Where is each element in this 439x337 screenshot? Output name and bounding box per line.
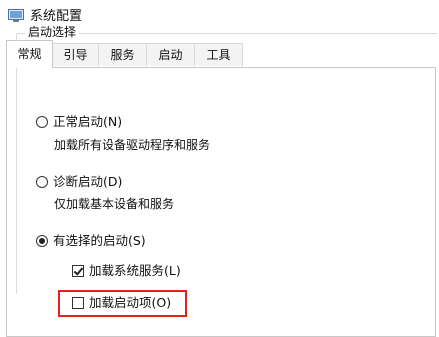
selective-startup-radio[interactable]: 有选择的启动(S): [36, 232, 146, 250]
system-config-icon: [8, 9, 24, 22]
startup-selection-title: 启动选择: [25, 24, 80, 40]
load-system-services-label: 加载系统服务(L): [89, 263, 181, 278]
normal-startup-label: 正常启动(N): [53, 114, 123, 129]
diagnostic-startup-description: 仅加载基本设备和服务: [54, 197, 175, 211]
diagnostic-startup-radio-button[interactable]: [36, 176, 48, 188]
selective-startup-label: 有选择的启动(S): [53, 233, 146, 248]
startup-selection-group: [16, 33, 437, 294]
diagnostic-startup-radio[interactable]: 诊断启动(D): [36, 173, 122, 191]
tab-general[interactable]: 常规: [6, 40, 53, 68]
selective-startup-radio-button[interactable]: [36, 235, 48, 247]
load-system-services-check[interactable]: [72, 265, 84, 277]
load-system-services-checkbox[interactable]: 加载系统服务(L): [72, 262, 181, 280]
diagnostic-startup-label: 诊断启动(D): [53, 174, 123, 189]
highlight-annotation-box: [58, 290, 187, 317]
normal-startup-radio[interactable]: 正常启动(N): [36, 113, 122, 131]
normal-startup-radio-button[interactable]: [36, 116, 48, 128]
normal-startup-description: 加载所有设备驱动程序和服务: [54, 138, 211, 152]
